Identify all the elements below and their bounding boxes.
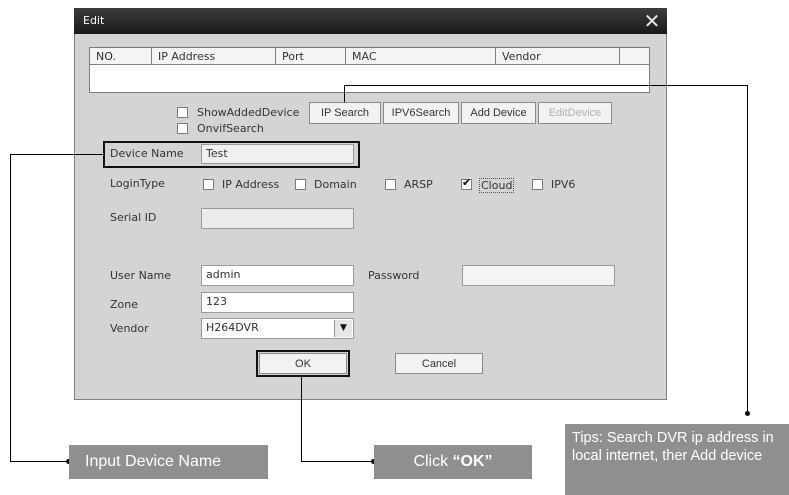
column-header-mac[interactable]: MAC	[346, 48, 496, 65]
click-ok-emphasis: “OK”	[452, 453, 493, 470]
chevron-down-icon[interactable]: ▼	[334, 320, 352, 337]
user-name-input[interactable]: admin	[201, 265, 354, 286]
click-ok-callout: Click “OK”	[374, 445, 532, 479]
dialog-titlebar[interactable]: Edit ✕	[74, 8, 667, 34]
arsp-option-label: ARSP	[404, 178, 433, 191]
serial-id-input[interactable]	[201, 208, 354, 229]
login-type-label: LoginType	[110, 177, 165, 190]
callout-dot	[745, 411, 750, 416]
dialog-title: Edit	[83, 14, 105, 27]
onvif-search-label: OnvifSearch	[197, 122, 264, 135]
tips-callout: Tips: Search DVR ip address in local int…	[565, 424, 789, 495]
column-header-port[interactable]: Port	[276, 48, 346, 65]
callout-line	[10, 154, 11, 462]
zone-label: Zone	[110, 298, 139, 311]
cancel-button[interactable]: Cancel	[395, 353, 483, 374]
zone-input[interactable]: 123	[201, 292, 354, 313]
onvif-search-checkbox[interactable]	[177, 123, 188, 134]
device-name-input[interactable]: Test	[201, 144, 354, 164]
vendor-label: Vendor	[110, 322, 149, 335]
column-header-ip-address[interactable]: IP Address	[152, 48, 276, 65]
ip-address-option-label: IP Address	[222, 178, 280, 191]
column-header-filler	[620, 48, 649, 65]
input-device-name-callout: Input Device Name	[69, 445, 268, 479]
click-ok-prefix: Click	[413, 453, 453, 470]
cloud-checkbox[interactable]	[461, 176, 472, 190]
user-name-label: User Name	[110, 269, 172, 282]
ip-address-checkbox[interactable]	[203, 179, 214, 190]
arsp-checkbox[interactable]	[385, 179, 396, 190]
password-input[interactable]	[462, 265, 615, 286]
callout-line	[301, 461, 373, 462]
column-header-no[interactable]: NO.	[90, 48, 152, 65]
callout-line	[344, 85, 748, 86]
vendor-select[interactable]: H264DVR	[201, 318, 354, 339]
ok-button[interactable]: OK	[259, 353, 347, 374]
device-list-table[interactable]: NO. IP Address Port MAC Vendor	[89, 47, 650, 93]
close-icon[interactable]: ✕	[641, 8, 663, 34]
edit-device-button[interactable]: EditDevice	[538, 102, 612, 124]
column-header-vendor[interactable]: Vendor	[496, 48, 620, 65]
show-added-device-checkbox[interactable]	[177, 107, 188, 118]
ipv6-checkbox[interactable]	[532, 179, 543, 190]
show-added-device-label: ShowAddedDevice	[197, 106, 300, 119]
device-name-label: Device Name	[110, 147, 184, 160]
ipv6-option-label: IPV6	[551, 178, 576, 191]
cloud-option-label: Cloud	[479, 178, 515, 193]
ip-search-button[interactable]: IP Search	[309, 102, 381, 124]
callout-line	[10, 461, 68, 462]
serial-id-label: Serial ID	[110, 211, 157, 224]
domain-option-label: Domain	[314, 178, 357, 191]
ipv6-search-button[interactable]: IPV6Search	[383, 102, 459, 124]
callout-line	[344, 85, 345, 102]
password-label: Password	[368, 269, 420, 282]
domain-checkbox[interactable]	[295, 179, 306, 190]
callout-line	[747, 85, 748, 413]
callout-line	[10, 154, 104, 155]
add-device-button[interactable]: Add Device	[461, 102, 536, 124]
callout-line	[301, 377, 302, 462]
